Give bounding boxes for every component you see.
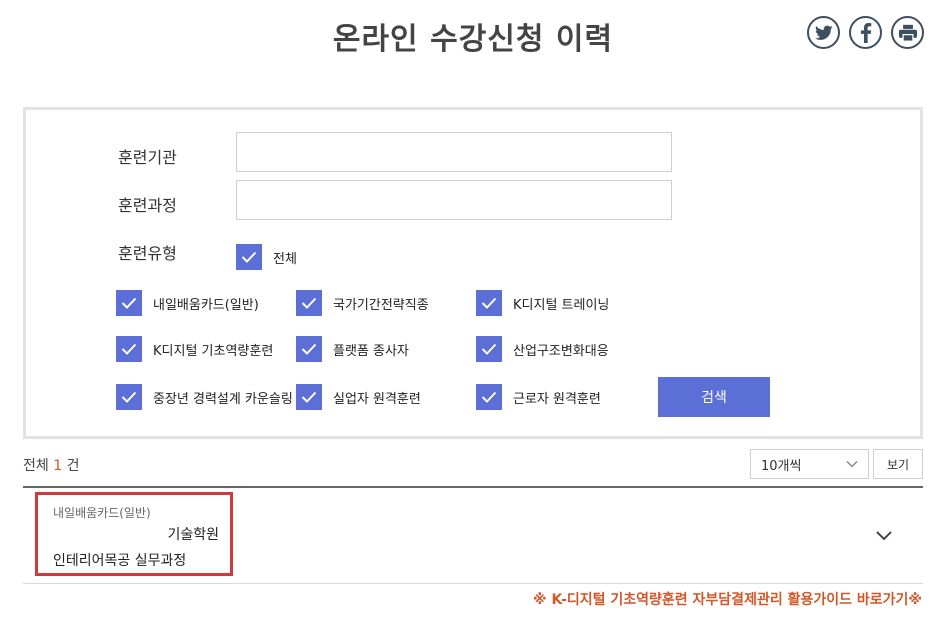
type-label: 국가기간전략직종 bbox=[333, 297, 429, 313]
type-label: 산업구조변화대응 bbox=[513, 343, 609, 359]
total-count: 1 bbox=[53, 458, 63, 474]
type-checkbox[interactable]: K디지털 기초역량훈련 bbox=[116, 336, 273, 362]
checkbox-checked-icon bbox=[116, 336, 142, 362]
per-page-select[interactable]: 10개씩 bbox=[750, 449, 869, 479]
total-prefix: 전체 bbox=[23, 458, 49, 474]
type-label: 실업자 원격훈련 bbox=[333, 391, 421, 407]
search-button[interactable]: 검색 bbox=[658, 377, 770, 417]
course-label: 훈련과정 bbox=[118, 196, 177, 215]
type-checkbox-all[interactable]: 전체 bbox=[236, 244, 297, 270]
course-input[interactable] bbox=[236, 180, 672, 220]
checkbox-checked-icon bbox=[296, 290, 322, 316]
twitter-icon bbox=[814, 25, 833, 40]
total-suffix: 건 bbox=[66, 458, 80, 474]
chevron-down-icon bbox=[846, 460, 858, 468]
item-training-type: 내일배움카드(일반) bbox=[53, 506, 151, 520]
type-checkbox[interactable]: 실업자 원격훈련 bbox=[296, 384, 421, 410]
view-button[interactable]: 보기 bbox=[873, 449, 923, 479]
item-course-name: 인테리어목공 실무과정 bbox=[53, 553, 187, 569]
checkbox-checked-icon bbox=[116, 384, 142, 410]
institution-label: 훈련기관 bbox=[118, 148, 177, 167]
checkbox-checked-icon bbox=[296, 384, 322, 410]
type-label: 플랫폼 종사자 bbox=[333, 343, 409, 359]
checkbox-checked-icon bbox=[116, 290, 142, 316]
type-checkbox[interactable]: 산업구조변화대응 bbox=[476, 336, 609, 362]
type-label: 근로자 원격훈련 bbox=[513, 391, 601, 407]
institution-input[interactable] bbox=[236, 132, 672, 172]
expand-chevron-icon[interactable] bbox=[875, 530, 893, 542]
type-checkbox[interactable]: 중장년 경력설계 카운슬링 bbox=[116, 384, 293, 410]
list-item[interactable]: 내일배움카드(일반) 기술학원 인테리어목공 실무과정 bbox=[23, 488, 923, 583]
print-button[interactable] bbox=[891, 16, 924, 49]
item-institution: 기술학원 bbox=[167, 527, 219, 543]
type-checkbox[interactable]: 내일배움카드(일반) bbox=[116, 290, 259, 316]
type-checkbox[interactable]: K디지털 트레이닝 bbox=[476, 290, 609, 316]
type-label: K디지털 기초역량훈련 bbox=[153, 343, 274, 359]
checkbox-checked-icon bbox=[236, 244, 262, 270]
checkbox-checked-icon bbox=[296, 336, 322, 362]
facebook-icon bbox=[860, 22, 871, 43]
result-total: 전체 1 건 bbox=[23, 455, 79, 475]
facebook-share-button[interactable] bbox=[849, 16, 882, 49]
printer-icon bbox=[898, 24, 917, 42]
type-all-label: 전체 bbox=[273, 251, 297, 267]
type-checkbox[interactable]: 국가기간전략직종 bbox=[296, 290, 429, 316]
type-label: 내일배움카드(일반) bbox=[153, 297, 259, 313]
training-type-label: 훈련유형 bbox=[118, 244, 177, 263]
type-label: K디지털 트레이닝 bbox=[513, 297, 610, 313]
checkbox-checked-icon bbox=[476, 384, 502, 410]
search-panel: 훈련기관 훈련과정 훈련유형 전체 내일배움카드(일반) 국가기간전략직종 K디… bbox=[23, 107, 923, 439]
checkbox-checked-icon bbox=[476, 290, 502, 316]
checkbox-checked-icon bbox=[476, 336, 502, 362]
list-bottom-divider bbox=[23, 583, 923, 584]
type-label: 중장년 경력설계 카운슬링 bbox=[153, 391, 293, 407]
type-checkbox[interactable]: 근로자 원격훈련 bbox=[476, 384, 601, 410]
type-checkbox[interactable]: 플랫폼 종사자 bbox=[296, 336, 409, 362]
twitter-share-button[interactable] bbox=[807, 16, 840, 49]
guide-link[interactable]: ※ K-디지털 기초역량훈련 자부담결제관리 활용가이드 바로가기※ bbox=[533, 589, 922, 609]
per-page-value: 10개씩 bbox=[761, 458, 802, 474]
page-title: 온라인 수강신청 이력 bbox=[332, 22, 614, 57]
